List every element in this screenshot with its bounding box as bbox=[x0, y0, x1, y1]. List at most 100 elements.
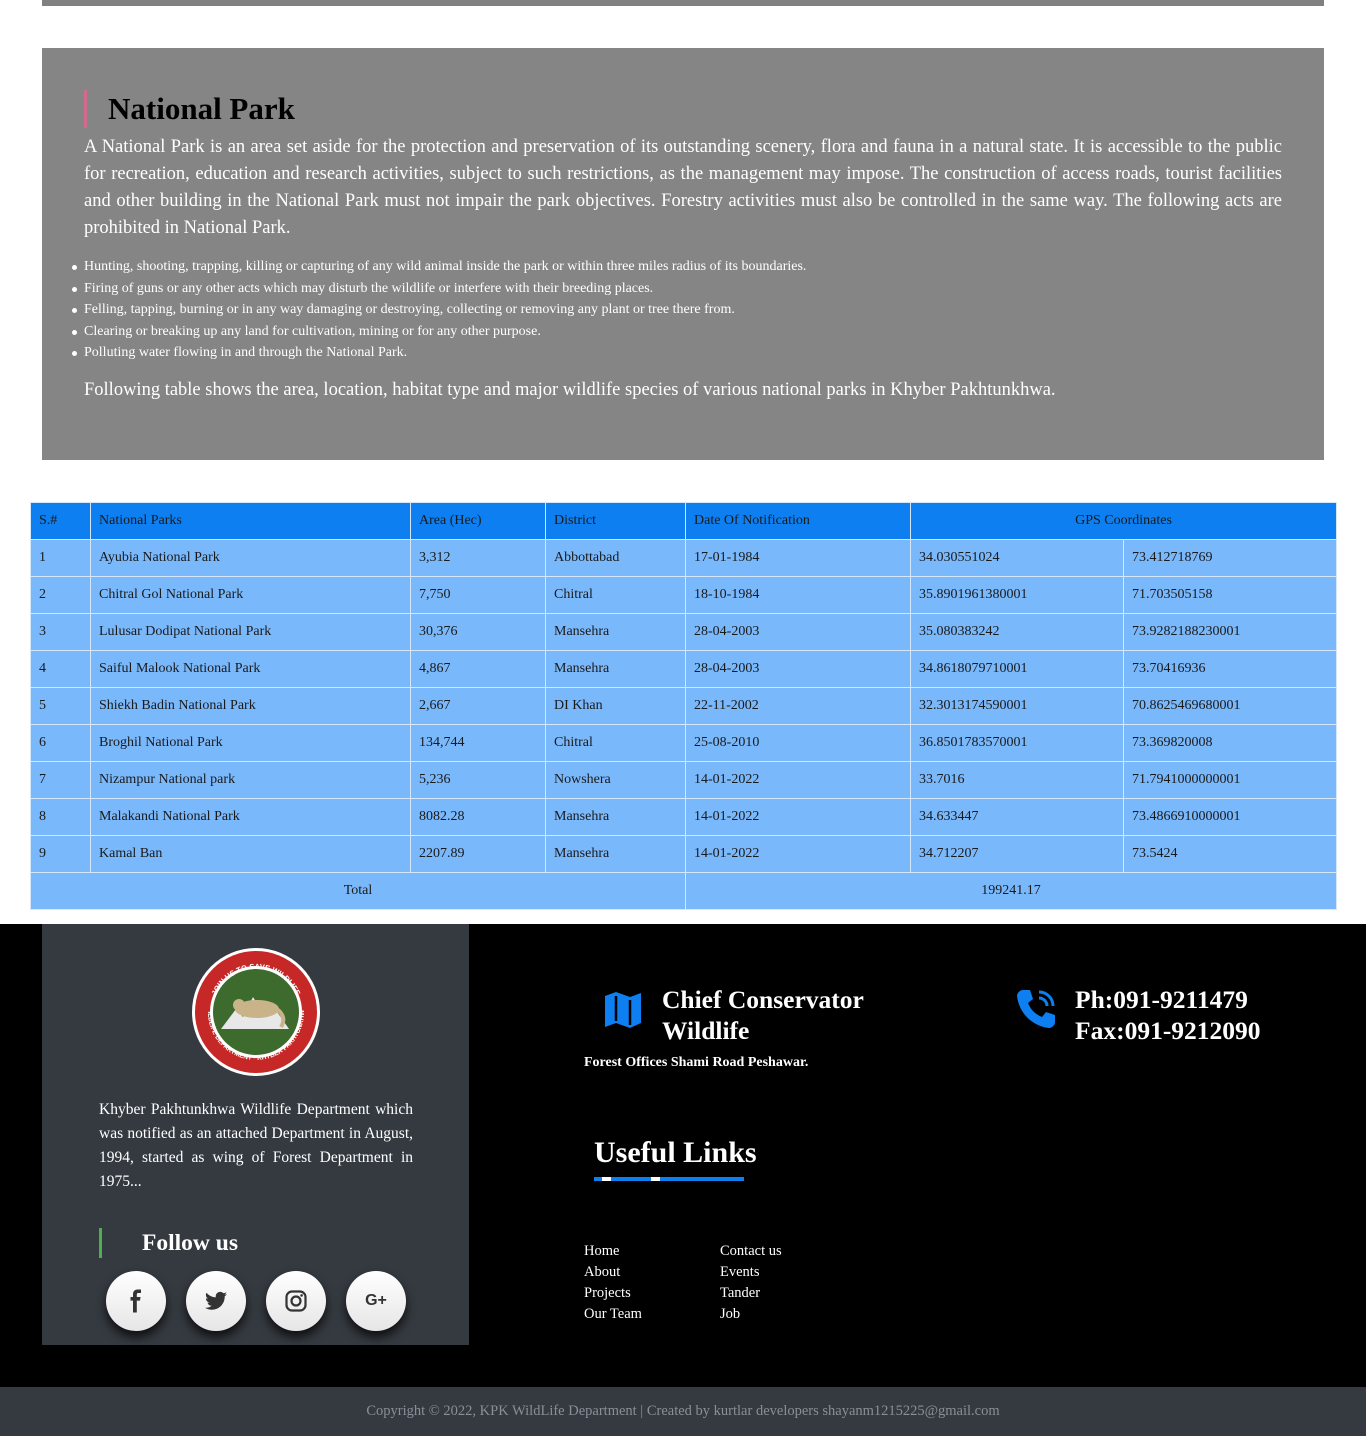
longitude-cell: 71.7941000000001 bbox=[1123, 761, 1337, 799]
longitude-cell: 70.8625469680001 bbox=[1123, 687, 1337, 725]
link-tander[interactable]: Tander bbox=[720, 1283, 782, 1304]
latitude-cell: 32.3013174590001 bbox=[910, 687, 1124, 725]
park-name-cell: Saiful Malook National Park bbox=[90, 650, 411, 688]
notification-date-cell: 14-01-2022 bbox=[685, 761, 911, 799]
list-item: Clearing or breaking up any land for cul… bbox=[72, 321, 1282, 343]
header-notification-date: Date Of Notification bbox=[685, 502, 911, 540]
total-value: 199241.17 bbox=[685, 872, 1337, 910]
site-footer: JOIN US TO SAVE WILDLIFE WILDLIFE DEPART… bbox=[0, 924, 1366, 1387]
link-contact-us[interactable]: Contact us bbox=[720, 1241, 782, 1262]
page-title: National Park bbox=[84, 90, 295, 128]
district-cell: Chitral bbox=[545, 724, 686, 762]
longitude-cell: 73.369820008 bbox=[1123, 724, 1337, 762]
notification-date-cell: 14-01-2022 bbox=[685, 835, 911, 873]
header-park-name: National Parks bbox=[90, 502, 411, 540]
serial-cell: 5 bbox=[30, 687, 91, 725]
latitude-cell: 33.7016 bbox=[910, 761, 1124, 799]
table-row: 4 Saiful Malook National Park 4,867 Mansehr… bbox=[30, 650, 1337, 688]
park-name-cell: Ayubia National Park bbox=[90, 539, 411, 577]
link-events[interactable]: Events bbox=[720, 1262, 782, 1283]
list-item: Felling, tapping, burning or in any way … bbox=[72, 299, 1282, 321]
serial-cell: 6 bbox=[30, 724, 91, 762]
phone-number[interactable]: Ph:091-9211479 bbox=[1075, 984, 1261, 1015]
phone-fax-block: Ph:091-9211479 Fax:091-9212090 bbox=[1075, 984, 1261, 1046]
latitude-cell: 34.030551024 bbox=[910, 539, 1124, 577]
longitude-cell: 73.9282188230001 bbox=[1123, 613, 1337, 651]
area-cell: 4,867 bbox=[410, 650, 546, 688]
facebook-icon bbox=[130, 1289, 141, 1313]
serial-cell: 8 bbox=[30, 798, 91, 836]
google-plus-button[interactable]: G+ bbox=[346, 1271, 406, 1331]
area-cell: 8082.28 bbox=[410, 798, 546, 836]
useful-links-underline bbox=[594, 1177, 744, 1181]
latitude-cell: 35.080383242 bbox=[910, 613, 1124, 651]
district-cell: Mansehra bbox=[545, 613, 686, 651]
serial-cell: 1 bbox=[30, 539, 91, 577]
instagram-button[interactable] bbox=[266, 1271, 326, 1331]
address-title: Chief Conservator Wildlife bbox=[662, 984, 864, 1046]
park-name-cell: Malakandi National Park bbox=[90, 798, 411, 836]
twitter-button[interactable] bbox=[186, 1271, 246, 1331]
notification-date-cell: 22-11-2002 bbox=[685, 687, 911, 725]
total-label: Total bbox=[30, 872, 686, 910]
longitude-cell: 73.70416936 bbox=[1123, 650, 1337, 688]
park-name-cell: Broghil National Park bbox=[90, 724, 411, 762]
header-serial: S.# bbox=[30, 502, 91, 540]
prohibited-acts-list: Hunting, shooting, trapping, killing or … bbox=[72, 256, 1282, 364]
table-row: 6 Broghil National Park 134,744 Chitral 25-0… bbox=[30, 724, 1337, 762]
notification-date-cell: 14-01-2022 bbox=[685, 798, 911, 836]
address-title-line2: Wildlife bbox=[662, 1016, 750, 1045]
link-projects[interactable]: Projects bbox=[584, 1283, 642, 1304]
longitude-cell: 71.703505158 bbox=[1123, 576, 1337, 614]
national-parks-table: S.# National Parks Area (Hec) District D… bbox=[30, 502, 1337, 910]
facebook-button[interactable] bbox=[106, 1271, 166, 1331]
latitude-cell: 36.8501783570001 bbox=[910, 724, 1124, 762]
link-job[interactable]: Job bbox=[720, 1304, 782, 1325]
twitter-icon bbox=[205, 1291, 227, 1310]
notification-date-cell: 25-08-2010 bbox=[685, 724, 911, 762]
table-row: 7 Nizampur National park 5,236 Nowshera 14-0… bbox=[30, 761, 1337, 799]
useful-links-col-2: Contact us Events Tander Job bbox=[720, 1241, 782, 1325]
fax-number: Fax:091-9212090 bbox=[1075, 1016, 1261, 1045]
latitude-cell: 34.633447 bbox=[910, 798, 1124, 836]
instagram-icon bbox=[285, 1290, 307, 1312]
table-row: 9 Kamal Ban 2207.89 Mansehra 14-01-2022 34.71… bbox=[30, 835, 1337, 873]
about-text: Khyber Pakhtunkhwa Wildlife Department w… bbox=[99, 1101, 413, 1190]
link-our-team[interactable]: Our Team bbox=[584, 1304, 642, 1325]
park-name-cell: Shiekh Badin National Park bbox=[90, 687, 411, 725]
google-plus-icon: G+ bbox=[365, 1292, 387, 1309]
address-title-line1: Chief Conservator bbox=[662, 985, 864, 1014]
follow-us-title: Follow us bbox=[99, 1228, 238, 1258]
useful-links-title: Useful Links bbox=[594, 1136, 757, 1169]
notification-date-cell: 18-10-1984 bbox=[685, 576, 911, 614]
table-body: 1 Ayubia National Park 3,312 Abbottabad 17-0… bbox=[30, 539, 1337, 910]
table-row: 5 Shiekh Badin National Park 2,667 DI Khan 2… bbox=[30, 687, 1337, 725]
park-name-cell: Kamal Ban bbox=[90, 835, 411, 873]
table-header-row: S.# National Parks Area (Hec) District D… bbox=[30, 502, 1337, 540]
district-cell: Nowshera bbox=[545, 761, 686, 799]
longitude-cell: 73.412718769 bbox=[1123, 539, 1337, 577]
top-divider-bar bbox=[42, 0, 1324, 6]
serial-cell: 9 bbox=[30, 835, 91, 873]
park-name-cell: Chitral Gol National Park bbox=[90, 576, 411, 614]
link-home[interactable]: Home bbox=[584, 1241, 642, 1262]
table-intro-text: Following table shows the area, location… bbox=[84, 380, 1056, 400]
useful-links-col-1: Home About Projects Our Team bbox=[584, 1241, 642, 1325]
area-cell: 3,312 bbox=[410, 539, 546, 577]
table-row: 2 Chitral Gol National Park 7,750 Chitral 18… bbox=[30, 576, 1337, 614]
serial-cell: 2 bbox=[30, 576, 91, 614]
district-cell: Mansehra bbox=[545, 650, 686, 688]
district-cell: Mansehra bbox=[545, 798, 686, 836]
notification-date-cell: 17-01-1984 bbox=[685, 539, 911, 577]
header-area: Area (Hec) bbox=[410, 502, 546, 540]
district-cell: Chitral bbox=[545, 576, 686, 614]
intro-paragraph: A National Park is an area set aside for… bbox=[84, 137, 1282, 238]
table-row: 3 Lulusar Dodipat National Park 30,376 Mans… bbox=[30, 613, 1337, 651]
copyright-bar: Copyright © 2022, KPK WildLife Departmen… bbox=[0, 1387, 1366, 1436]
area-cell: 30,376 bbox=[410, 613, 546, 651]
list-item: Polluting water flowing in and through t… bbox=[72, 342, 1282, 364]
wildlife-department-logo: JOIN US TO SAVE WILDLIFE WILDLIFE DEPART… bbox=[191, 947, 320, 1076]
area-cell: 5,236 bbox=[410, 761, 546, 799]
link-about[interactable]: About bbox=[584, 1262, 642, 1283]
serial-cell: 7 bbox=[30, 761, 91, 799]
